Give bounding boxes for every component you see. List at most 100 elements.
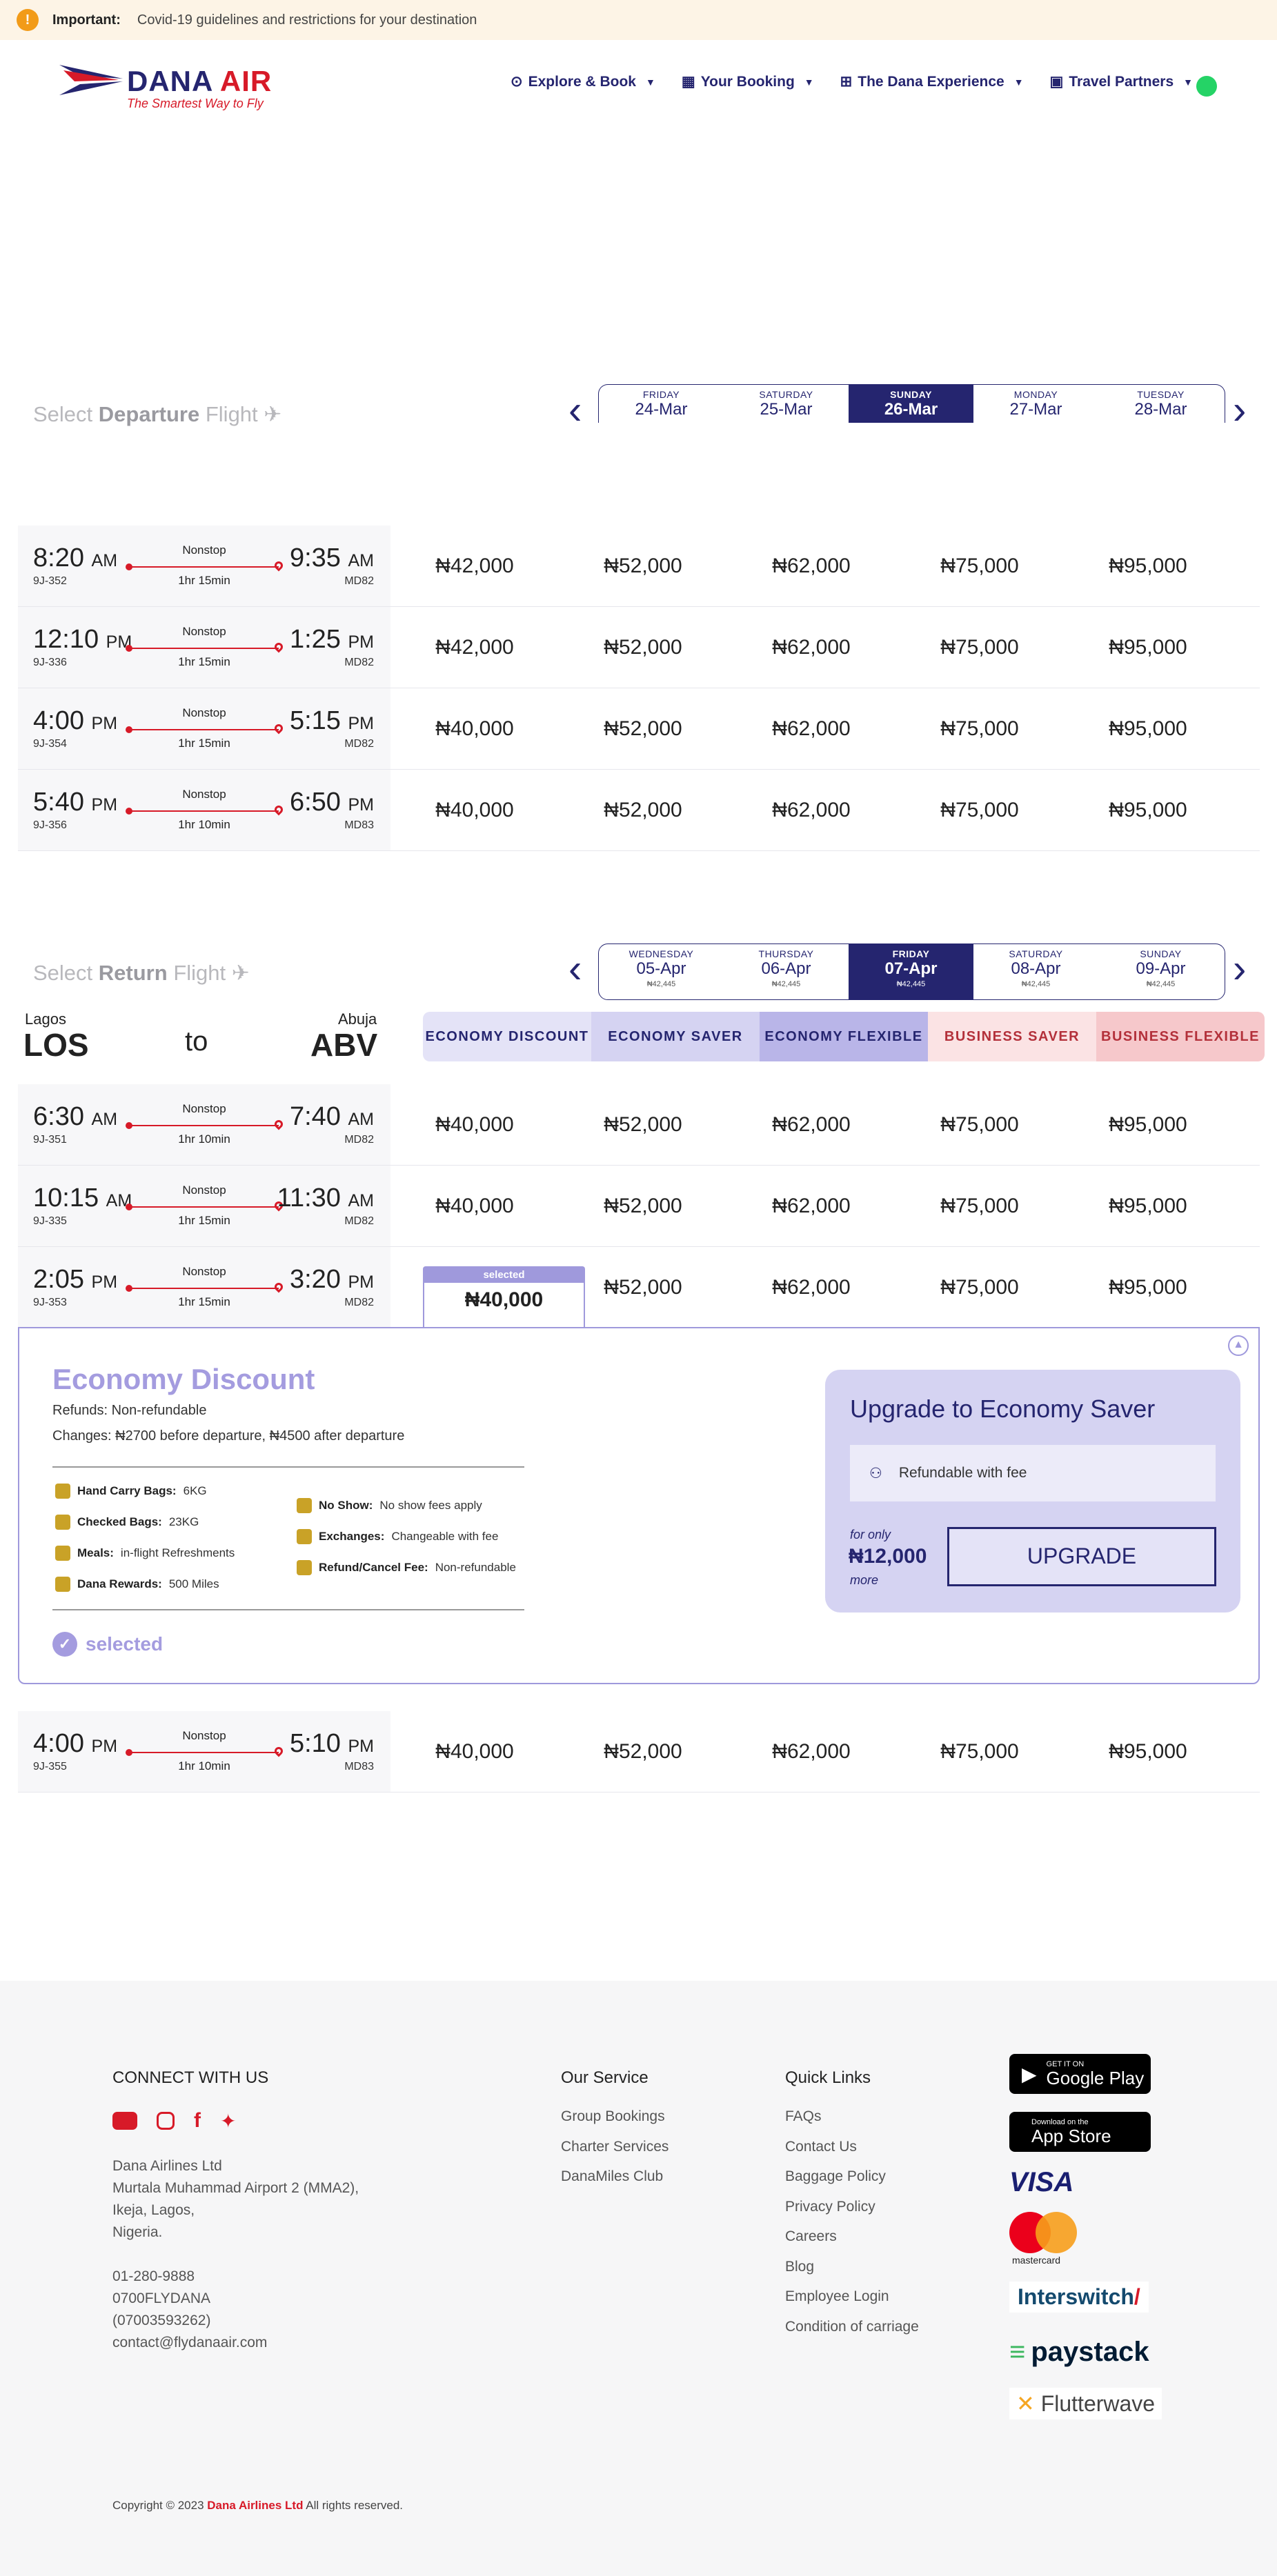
- mastercard-logo: mastercard: [1009, 2212, 1082, 2267]
- next-return-date-arrow[interactable]: ›: [1233, 949, 1246, 989]
- date-option[interactable]: TUESDAY 28-Mar: [1098, 385, 1223, 423]
- instagram-icon[interactable]: [157, 2112, 175, 2130]
- prev-return-date-arrow[interactable]: ‹: [568, 949, 582, 989]
- fare-cell[interactable]: ₦75,000: [895, 688, 1064, 769]
- fare-cell[interactable]: ₦52,000: [559, 770, 727, 850]
- footer-link[interactable]: Condition of carriage: [785, 2312, 919, 2342]
- google-play-badge[interactable]: ▶ GET IT ON Google Play: [1009, 2054, 1151, 2094]
- banner-text[interactable]: Covid-19 guidelines and restrictions for…: [137, 12, 477, 28]
- collapse-icon[interactable]: ▲: [1228, 1335, 1249, 1356]
- footer-link[interactable]: Charter Services: [561, 2132, 669, 2162]
- nav-explore-book[interactable]: ⊙ Explore & Book ▼: [511, 73, 655, 90]
- fare-cell[interactable]: ₦75,000: [895, 1084, 1064, 1165]
- fare-cell[interactable]: ₦62,000: [727, 526, 895, 606]
- date-option[interactable]: WEDNESDAY 05-Apr ₦42,445: [599, 944, 724, 999]
- footer-link[interactable]: Baggage Policy: [785, 2161, 919, 2192]
- date-option[interactable]: FRIDAY 24-Mar: [599, 385, 724, 423]
- fare-feature: Checked Bags: 23KG: [55, 1515, 199, 1530]
- footer-link[interactable]: Careers: [785, 2221, 919, 2252]
- fare-cell[interactable]: ₦62,000: [727, 1166, 895, 1246]
- whatsapp-icon[interactable]: [1196, 76, 1217, 97]
- fare-cell[interactable]: ₦62,000: [727, 688, 895, 769]
- footer-link[interactable]: Group Bookings: [561, 2101, 669, 2132]
- fare-cell[interactable]: ₦52,000: [559, 526, 727, 606]
- fare-cell[interactable]: ₦75,000: [895, 770, 1064, 850]
- fare-cell[interactable]: ₦42,000: [390, 607, 559, 688]
- footer-text-line[interactable]: contact@flydanaair.com: [112, 2332, 267, 2354]
- date-option[interactable]: SUNDAY 09-Apr ₦42,445: [1098, 944, 1223, 999]
- fare-cell[interactable]: ₦40,000: [390, 770, 559, 850]
- fare-cell[interactable]: ₦95,000: [1064, 526, 1232, 606]
- fare-cell[interactable]: ₦52,000: [559, 607, 727, 688]
- nav-dana-experience[interactable]: ⊞ The Dana Experience ▼: [840, 73, 1024, 90]
- chevron-down-icon: ▼: [645, 76, 655, 88]
- prev-date-arrow[interactable]: ‹: [568, 390, 582, 430]
- fare-cell[interactable]: ₦95,000: [1064, 1711, 1232, 1792]
- selected-fare-cell[interactable]: selected ₦40,000: [423, 1266, 585, 1329]
- fare-cell[interactable]: ₦75,000: [895, 1247, 1064, 1328]
- app-store-badge[interactable]: Download on the App Store: [1009, 2112, 1151, 2152]
- aircraft-type: MD82: [344, 738, 374, 750]
- date-option[interactable]: THURSDAY 06-Apr ₦42,445: [724, 944, 849, 999]
- twitter-icon[interactable]: ✦: [220, 2110, 236, 2133]
- fare-cell[interactable]: ₦62,000: [727, 1711, 895, 1792]
- fare-cell[interactable]: ₦75,000: [895, 607, 1064, 688]
- fare-cell[interactable]: ₦75,000: [895, 1166, 1064, 1246]
- next-date-arrow[interactable]: ›: [1233, 390, 1246, 430]
- date-option[interactable]: MONDAY 27-Mar: [973, 385, 1098, 423]
- fare-cell[interactable]: ₦40,000: [390, 688, 559, 769]
- quick-links-heading: Quick Links: [785, 2068, 871, 2087]
- fare-class-header: ECONOMY FLEXIBLE: [760, 1012, 928, 1061]
- date-option[interactable]: FRIDAY 07-Apr ₦42,445: [849, 944, 973, 999]
- fare-cell[interactable]: ₦95,000: [1064, 607, 1232, 688]
- footer-link[interactable]: Blog: [785, 2252, 919, 2282]
- fare-cell[interactable]: ₦62,000: [727, 1084, 895, 1165]
- fare-cell[interactable]: ₦95,000: [1064, 1166, 1232, 1246]
- our-service-heading: Our Service: [561, 2068, 649, 2087]
- duration-label: 1hr 15min: [178, 1214, 230, 1227]
- date-option[interactable]: SATURDAY 08-Apr ₦42,445: [973, 944, 1098, 999]
- date-option[interactable]: SATURDAY 25-Mar: [724, 385, 849, 423]
- fare-cell[interactable]: ₦95,000: [1064, 688, 1232, 769]
- youtube-icon[interactable]: [112, 2112, 137, 2130]
- stops-label: Nonstop: [182, 1265, 226, 1278]
- footer-link[interactable]: FAQs: [785, 2101, 919, 2132]
- nav-travel-partners[interactable]: ▣ Travel Partners ▼: [1050, 73, 1193, 90]
- fare-cell[interactable]: ₦95,000: [1064, 770, 1232, 850]
- fare-cell[interactable]: ₦75,000: [895, 1711, 1064, 1792]
- dana-air-logo[interactable]: DANA AIR The Smartest Way to Fly: [59, 62, 280, 110]
- fare-cell[interactable]: ₦95,000: [1064, 1247, 1232, 1328]
- footer-link[interactable]: Privacy Policy: [785, 2192, 919, 2222]
- nav-your-booking[interactable]: ▦ Your Booking ▼: [682, 73, 814, 90]
- footer-link[interactable]: Employee Login: [785, 2282, 919, 2312]
- covid-banner[interactable]: ! Important: Covid-19 guidelines and res…: [0, 0, 1277, 40]
- paystack-icon: ≡: [1009, 2337, 1026, 2367]
- fare-cell[interactable]: ₦52,000: [559, 1084, 727, 1165]
- fare-cell[interactable]: ₦40,000: [390, 1711, 559, 1792]
- fare-cell[interactable]: ₦75,000: [895, 526, 1064, 606]
- fare-cell[interactable]: ₦40,000: [390, 1166, 559, 1246]
- arrival-time: 3:20 PM: [289, 1265, 374, 1294]
- handshake-icon: [297, 1560, 312, 1575]
- upgrade-button[interactable]: UPGRADE: [947, 1527, 1216, 1586]
- fare-cell[interactable]: ₦62,000: [727, 1247, 895, 1328]
- flight-number: 9J-351: [33, 1134, 67, 1146]
- fare-cell[interactable]: ₦95,000: [1064, 1084, 1232, 1165]
- stops-label: Nonstop: [182, 1102, 226, 1115]
- fare-cell[interactable]: ₦52,000: [559, 1166, 727, 1246]
- aircraft-type: MD82: [344, 1297, 374, 1308]
- fare-cell[interactable]: ₦62,000: [727, 607, 895, 688]
- footer-link[interactable]: DanaMiles Club: [561, 2161, 669, 2192]
- fare-cell[interactable]: ₦62,000: [727, 770, 895, 850]
- fare-cell[interactable]: ₦42,000: [390, 526, 559, 606]
- departure-time: 8:20 AM: [33, 543, 118, 572]
- footer-link[interactable]: Contact Us: [785, 2132, 919, 2162]
- facebook-icon[interactable]: f: [194, 2109, 201, 2133]
- fare-feature: No Show: No show fees apply: [297, 1498, 482, 1513]
- date-option[interactable]: SUNDAY 26-Mar: [849, 385, 973, 423]
- bag-icon: [55, 1484, 70, 1499]
- fare-cell[interactable]: ₦52,000: [559, 1711, 727, 1792]
- fare-cell[interactable]: ₦40,000: [390, 1084, 559, 1165]
- to-code: ABV: [310, 1027, 378, 1063]
- fare-cell[interactable]: ₦52,000: [559, 688, 727, 769]
